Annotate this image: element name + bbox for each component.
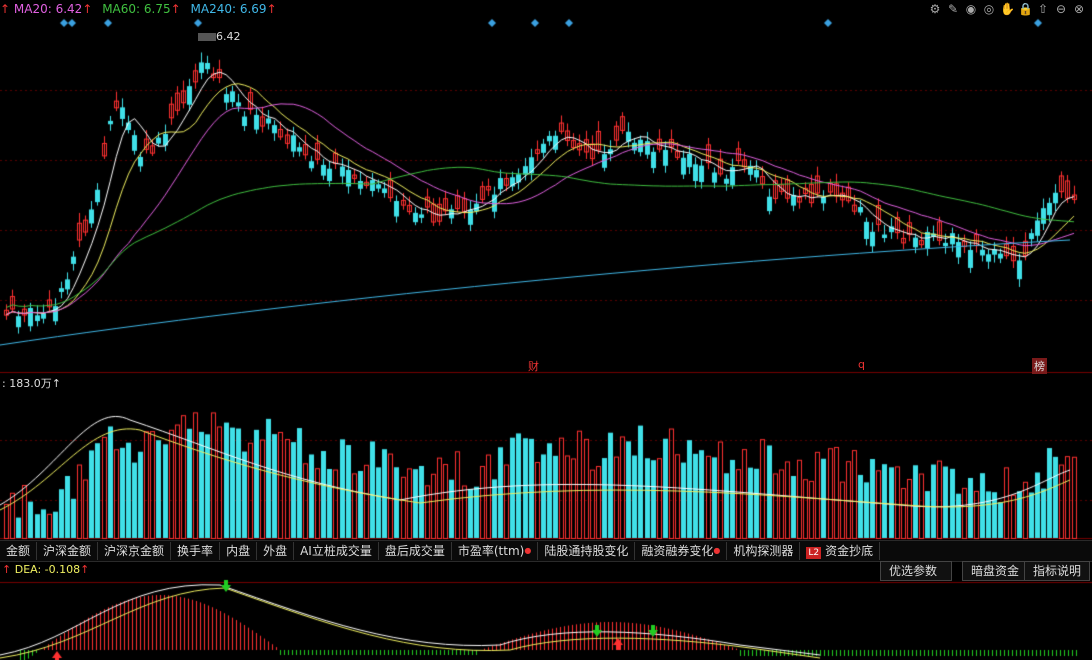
volume-label: : 183.0万↑ <box>2 377 61 390</box>
ma20-label: ↑ MA20: 6.42↑ <box>0 2 93 16</box>
peak-marker <box>198 33 216 41</box>
event-tag-finance[interactable]: 财 <box>528 358 539 374</box>
lock-icon[interactable]: 🔒 <box>1018 2 1033 16</box>
tab-afterhours[interactable]: 盘后成交量 <box>379 542 452 560</box>
params-button[interactable]: 优选参数 <box>880 561 952 581</box>
minimize-icon[interactable]: ⊖ <box>1054 2 1068 16</box>
tab-margin[interactable]: 融资融券变化● <box>635 542 728 560</box>
tab-institution[interactable]: 机构探测器 <box>727 542 801 560</box>
dark-pool-button[interactable]: 暗盘资金 <box>962 561 1029 581</box>
tab-northbound[interactable]: 陆股通持股变化 <box>538 542 636 560</box>
l2-badge: L2 <box>806 547 822 559</box>
tab-inner[interactable]: 内盘 <box>220 542 258 560</box>
tab-outer[interactable]: 外盘 <box>257 542 295 560</box>
up-icon[interactable]: ⇧ <box>1036 2 1050 16</box>
eye-alt-icon[interactable]: ◎ <box>982 2 996 16</box>
chart-toolbar: ⚙ ✎ ◉ ◎ ✋ 🔒 ⇧ ⊖ ⊗ <box>928 2 1086 16</box>
ma240-label: MA240: 6.69↑ <box>190 2 277 16</box>
tab-turnover[interactable]: 换手率 <box>171 542 221 560</box>
peak-price-label: 6.42 <box>216 30 241 43</box>
event-tag-q[interactable]: q <box>858 358 865 371</box>
tab-bottom-fishing[interactable]: L2 资金抄底 <box>800 542 881 560</box>
dea-label: ↑ DEA: -0.108↑ <box>2 563 90 576</box>
eye-icon[interactable]: ◉ <box>964 2 978 16</box>
tab-amount[interactable]: 金额 <box>0 542 38 560</box>
draw-icon[interactable]: ✎ <box>946 2 960 16</box>
ma-legend: ↑ MA20: 6.42↑ MA60: 6.75↑ MA240: 6.69↑ <box>0 2 283 18</box>
event-tag-list[interactable]: 榜 <box>1032 358 1047 374</box>
tab-hsj-amount[interactable]: 沪深京金额 <box>98 542 172 560</box>
settings-icon[interactable]: ⚙ <box>928 2 942 16</box>
help-button[interactable]: 指标说明 <box>1024 561 1091 581</box>
close-icon[interactable]: ⊗ <box>1072 2 1086 16</box>
ma60-label: MA60: 6.75↑ <box>102 2 181 16</box>
tab-ai-volume[interactable]: AI立桩成交量 <box>294 542 379 560</box>
hand-icon[interactable]: ✋ <box>1000 2 1015 16</box>
tab-hs-amount[interactable]: 沪深金额 <box>37 542 99 560</box>
tab-pe[interactable]: 市盈率(ttm)● <box>452 542 539 560</box>
indicator-tabs: 金额 沪深金额 沪深京金额 换手率 内盘 外盘 AI立桩成交量 盘后成交量 市盈… <box>0 540 1092 562</box>
